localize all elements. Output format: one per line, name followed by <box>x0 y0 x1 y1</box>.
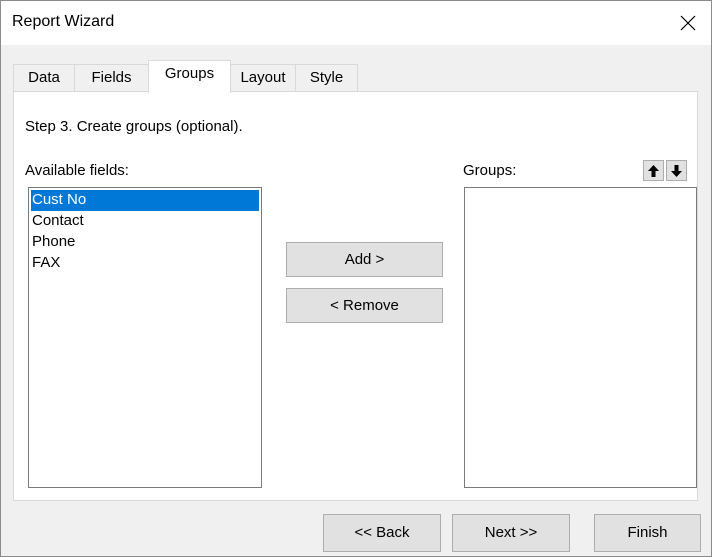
list-item[interactable]: Phone <box>29 232 261 253</box>
arrow-down-icon <box>671 164 682 177</box>
list-item[interactable]: FAX <box>29 253 261 274</box>
step-instruction: Step 3. Create groups (optional). <box>25 118 243 135</box>
back-button[interactable]: << Back <box>323 514 441 552</box>
finish-button[interactable]: Finish <box>594 514 701 552</box>
arrow-up-icon <box>648 164 659 177</box>
list-item[interactable]: Contact <box>29 211 261 232</box>
tab-data[interactable]: Data <box>13 64 75 92</box>
report-wizard-dialog: Report Wizard Data Fields Groups Layout … <box>0 0 712 557</box>
move-up-button[interactable] <box>643 160 664 181</box>
available-fields-list[interactable]: Cust No Contact Phone FAX <box>28 187 262 488</box>
tab-layout[interactable]: Layout <box>230 64 296 92</box>
close-icon <box>680 15 696 31</box>
remove-button[interactable]: < Remove <box>286 288 443 323</box>
available-fields-label: Available fields: <box>25 162 129 179</box>
list-item[interactable]: Cust No <box>31 190 259 211</box>
tab-style[interactable]: Style <box>295 64 358 92</box>
groups-label: Groups: <box>463 162 517 179</box>
window-title: Report Wizard <box>12 13 115 30</box>
title-bar: Report Wizard <box>1 1 711 45</box>
tab-groups[interactable]: Groups <box>148 60 231 93</box>
groups-list[interactable] <box>464 187 697 488</box>
move-down-button[interactable] <box>666 160 687 181</box>
close-button[interactable] <box>665 1 711 45</box>
add-button[interactable]: Add > <box>286 242 443 277</box>
next-button[interactable]: Next >> <box>452 514 570 552</box>
tab-fields[interactable]: Fields <box>74 64 149 92</box>
groups-tab-panel: Step 3. Create groups (optional). Availa… <box>13 91 698 501</box>
